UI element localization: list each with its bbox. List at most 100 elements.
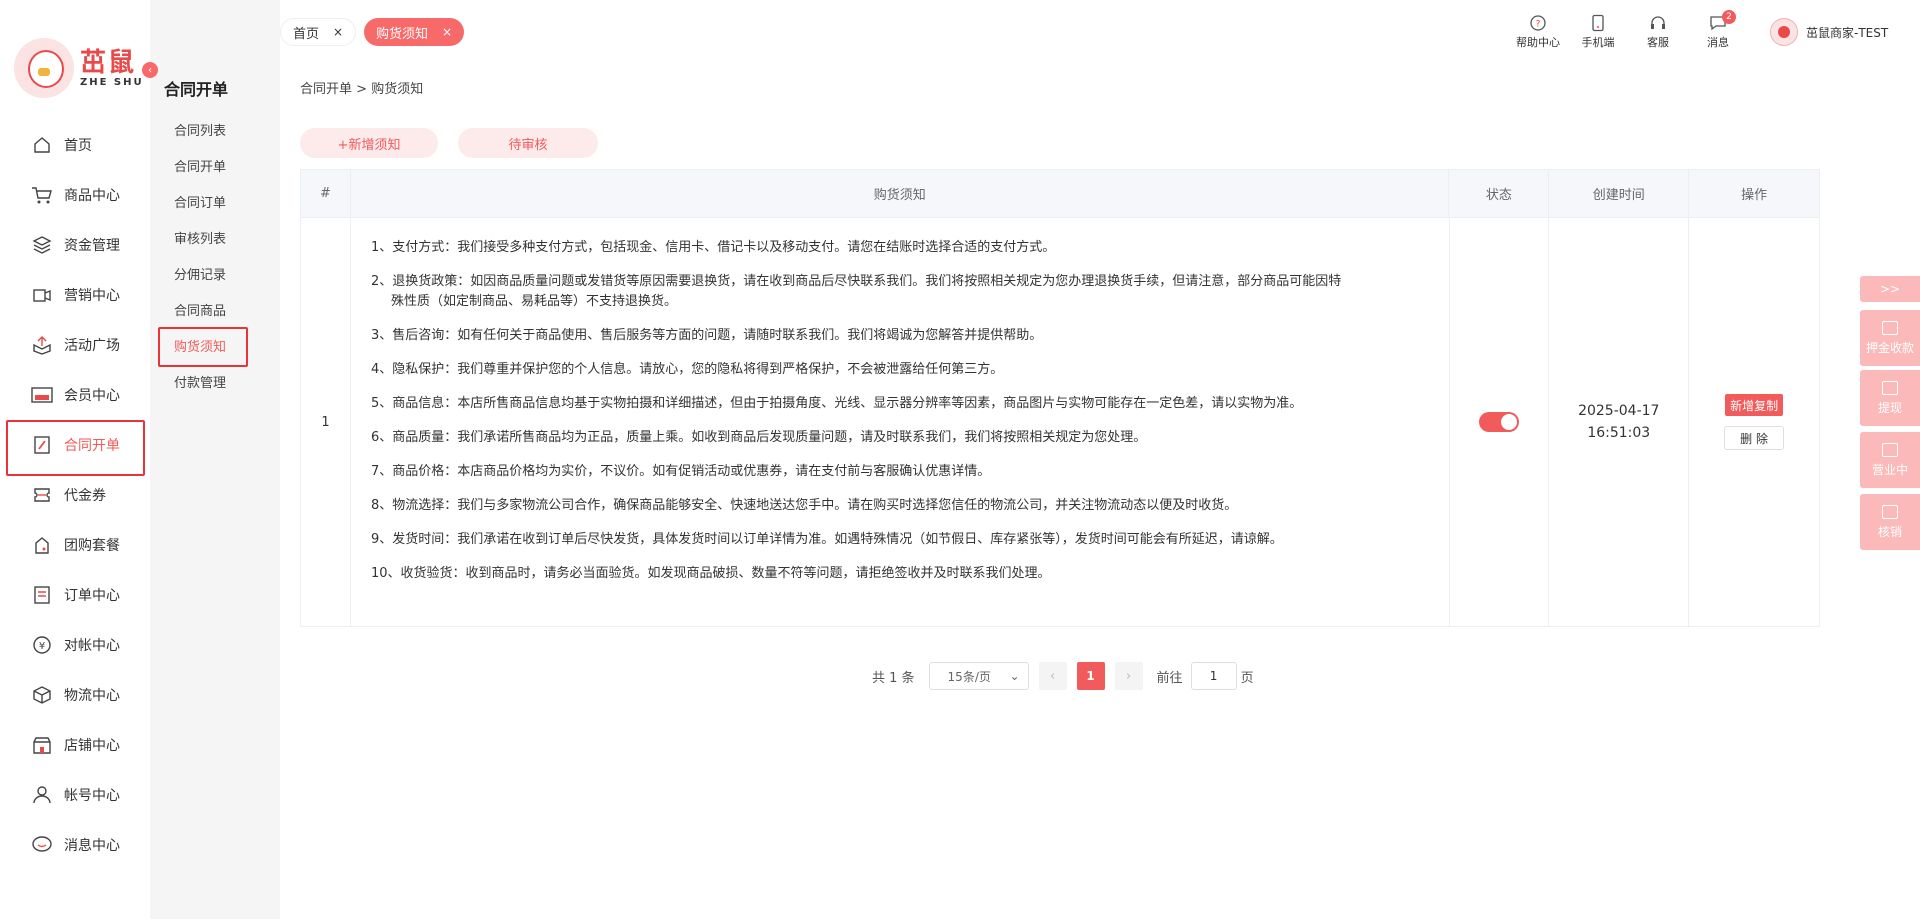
nav-item-logistics[interactable]: 物流中心 bbox=[0, 670, 150, 720]
cart-icon bbox=[30, 184, 54, 206]
notice-table: # 购货须知 状态 创建时间 操作 1 1、支付方式：我们接受多种支付方式，包括… bbox=[300, 169, 1820, 627]
goto-page-input[interactable]: 1 bbox=[1190, 662, 1237, 690]
sub-sidebar: 合同开单 合同列表 合同开单 合同订单 审核列表 分佣记录 合同商品 购货须知 … bbox=[150, 0, 280, 919]
logo-en-text: ZHE SHU bbox=[80, 76, 144, 88]
breadcrumb: 合同开单 > 购货须知 bbox=[300, 82, 424, 97]
nav-item-goods[interactable]: 商品中心 bbox=[0, 170, 150, 220]
avatar bbox=[1770, 18, 1798, 46]
nav-item-contract[interactable]: 合同开单 bbox=[0, 420, 150, 476]
nav-item-store[interactable]: 店铺中心 bbox=[0, 720, 150, 770]
nav-item-message[interactable]: 消息中心 bbox=[0, 820, 150, 870]
tab-purchase-notice[interactable]: 购货须知 × bbox=[364, 18, 465, 46]
message-button[interactable]: 消息 2 bbox=[1688, 10, 1748, 50]
nav-item-member[interactable]: 会员中心 bbox=[0, 370, 150, 420]
created-time: 2025-04-17 16:51:03 bbox=[1578, 403, 1660, 441]
nav-item-funds[interactable]: 资金管理 bbox=[0, 220, 150, 270]
main-content: 合同开单 > 购货须知 +新增须知 待审核 # 购货须知 状态 创建时间 操作 … bbox=[280, 62, 1920, 919]
verify-button[interactable]: 核销 bbox=[1860, 494, 1920, 550]
status-toggle[interactable] bbox=[1478, 412, 1519, 432]
notice-line-4: 4、隐私保护：我们尊重并保护您的个人信息。请放心，您的隐私将得到严格保护，不会被… bbox=[370, 362, 1004, 377]
page-size-select[interactable]: 15条/页 ⌄ bbox=[928, 662, 1029, 690]
shop-open-icon bbox=[1882, 442, 1898, 457]
upload-box-icon bbox=[30, 334, 54, 356]
notice-line-2: 2、退换货政策：如因商品质量问题或发错货等原因需要退换货，请在收到商品后尽快联系… bbox=[370, 274, 1342, 309]
deposit-collect-button[interactable]: 押金收款 bbox=[1860, 310, 1920, 366]
mobile-button[interactable]: 手机端 bbox=[1568, 14, 1628, 50]
notice-line-1: 1、支付方式：我们接受多种支付方式，包括现金、信用卡、借记卡以及移动支付。请您在… bbox=[370, 240, 1056, 255]
nav-item-home[interactable]: 首页 bbox=[0, 120, 150, 170]
notice-line-9: 9、发货时间：我们承诺在收到订单后尽快发货，具体发货时间以订单详情为准。如遇特殊… bbox=[370, 532, 1283, 547]
nav-item-marketing[interactable]: 营销中心 bbox=[0, 270, 150, 320]
home-icon bbox=[30, 134, 54, 156]
subnav-item-purchase-notice[interactable]: 购货须知 bbox=[150, 327, 280, 367]
nav-item-reconcile[interactable]: ¥ 对帐中心 bbox=[0, 620, 150, 670]
svg-text:¥: ¥ bbox=[39, 641, 45, 652]
subnav-item-payment[interactable]: 付款管理 bbox=[150, 363, 280, 399]
close-tab-home-icon[interactable]: × bbox=[333, 25, 343, 39]
col-header-index: # bbox=[301, 170, 351, 217]
tab-home[interactable]: 首页 × bbox=[280, 18, 357, 46]
main-sidebar: 茁鼠 ZHE SHU 首页 商品中心 资金管理 营销中心 活动广场 会员中心 合… bbox=[0, 0, 150, 919]
yen-icon: ¥ bbox=[30, 634, 54, 656]
notice-line-7: 7、商品价格：本店商品价格均为实价，不议价。如有促销活动或优惠券，请在支付前与客… bbox=[370, 464, 991, 479]
notice-line-5: 5、商品信息：本店所售商品信息均基于实物拍摄和详细描述，但由于拍摄角度、光线、显… bbox=[370, 396, 1303, 411]
coupon-icon bbox=[30, 484, 54, 506]
sub-nav-list: 合同列表 合同开单 合同订单 审核列表 分佣记录 合同商品 购货须知 付款管理 bbox=[150, 111, 280, 399]
collapse-sidebar-icon[interactable]: ‹ bbox=[142, 62, 158, 78]
nav-item-voucher[interactable]: 代金券 bbox=[0, 470, 150, 520]
verify-icon bbox=[1882, 504, 1898, 519]
sub-sidebar-title: 合同开单 bbox=[164, 80, 229, 99]
logo-cn-text: 茁鼠 bbox=[80, 47, 137, 78]
subnav-item-review-list[interactable]: 审核列表 bbox=[150, 219, 280, 255]
next-page-button[interactable]: › bbox=[1114, 662, 1143, 690]
nav-item-order[interactable]: 订单中心 bbox=[0, 570, 150, 620]
user-menu[interactable]: 茁鼠商家-TEST bbox=[1770, 18, 1920, 46]
breadcrumb-root[interactable]: 合同开单 bbox=[300, 82, 352, 97]
page-number-current[interactable]: 1 bbox=[1076, 662, 1105, 690]
brand-logo[interactable]: 茁鼠 ZHE SHU bbox=[14, 38, 144, 98]
user-name: 茁鼠商家-TEST bbox=[1806, 25, 1889, 40]
expand-float-button[interactable]: >> bbox=[1860, 276, 1920, 302]
withdraw-button[interactable]: 提现 bbox=[1860, 370, 1920, 426]
nav-item-groupbuy[interactable]: 团购套餐 bbox=[0, 520, 150, 570]
top-tools: ? 帮助中心 手机端 客服 消息 2 茁鼠商家-TEST bbox=[1508, 10, 1920, 52]
package-icon bbox=[30, 684, 54, 706]
wallet-icon bbox=[1882, 320, 1898, 335]
message-count-badge: 2 bbox=[1722, 10, 1736, 24]
prev-page-button[interactable]: ‹ bbox=[1038, 662, 1067, 690]
close-tab-notice-icon[interactable]: × bbox=[442, 25, 452, 39]
breadcrumb-current: 购货须知 bbox=[371, 82, 424, 97]
subnav-item-commission[interactable]: 分佣记录 bbox=[150, 255, 280, 291]
pending-review-button[interactable]: 待审核 bbox=[458, 128, 598, 158]
mascot-logo-icon bbox=[14, 38, 74, 98]
col-header-notice: 购货须知 bbox=[351, 170, 1450, 217]
nav-item-account[interactable]: 帐号中心 bbox=[0, 770, 150, 820]
subnav-item-contract-create[interactable]: 合同开单 bbox=[150, 147, 280, 183]
subnav-item-contract-goods[interactable]: 合同商品 bbox=[150, 291, 280, 327]
nav-item-activity[interactable]: 活动广场 bbox=[0, 320, 150, 370]
megaphone-icon bbox=[30, 284, 54, 306]
customer-service-button[interactable]: 客服 bbox=[1628, 14, 1688, 50]
notice-line-3: 3、售后咨询：如有任何关于商品使用、售后服务等方面的问题，请随时联系我们。我们将… bbox=[370, 328, 1043, 343]
mobile-icon bbox=[1592, 14, 1604, 32]
svg-text:?: ? bbox=[1536, 20, 1541, 30]
business-status-button[interactable]: 营业中 bbox=[1860, 432, 1920, 488]
add-notice-button[interactable]: +新增须知 bbox=[300, 128, 438, 158]
copy-new-button[interactable]: 新增复制 bbox=[1725, 394, 1784, 416]
notice-content: 1、支付方式：我们接受多种支付方式，包括现金、信用卡、借记卡以及移动支付。请您在… bbox=[351, 218, 1450, 626]
row-index: 1 bbox=[301, 218, 351, 626]
subnav-item-contract-orders[interactable]: 合同订单 bbox=[150, 183, 280, 219]
help-center-button[interactable]: ? 帮助中心 bbox=[1508, 14, 1568, 50]
col-header-status: 状态 bbox=[1449, 170, 1550, 217]
user-icon bbox=[30, 784, 54, 806]
message-icon bbox=[30, 834, 54, 856]
subnav-item-contract-list[interactable]: 合同列表 bbox=[150, 111, 280, 147]
total-count: 共 1 条 bbox=[872, 670, 915, 686]
delete-button[interactable]: 删 除 bbox=[1724, 426, 1785, 450]
headset-icon bbox=[1651, 16, 1665, 29]
table-header: # 购货须知 状态 创建时间 操作 bbox=[301, 170, 1819, 218]
notice-line-10: 10、收货验货：收到商品时，请务必当面验货。如发现商品破损、数量不符等问题，请拒… bbox=[370, 566, 1051, 581]
col-header-created: 创建时间 bbox=[1549, 170, 1690, 217]
notice-line-8: 8、物流选择：我们与多家物流公司合作，确保商品能够安全、快速地送达您手中。请在购… bbox=[370, 498, 1238, 513]
table-row: 1 1、支付方式：我们接受多种支付方式，包括现金、信用卡、借记卡以及移动支付。请… bbox=[301, 218, 1819, 626]
